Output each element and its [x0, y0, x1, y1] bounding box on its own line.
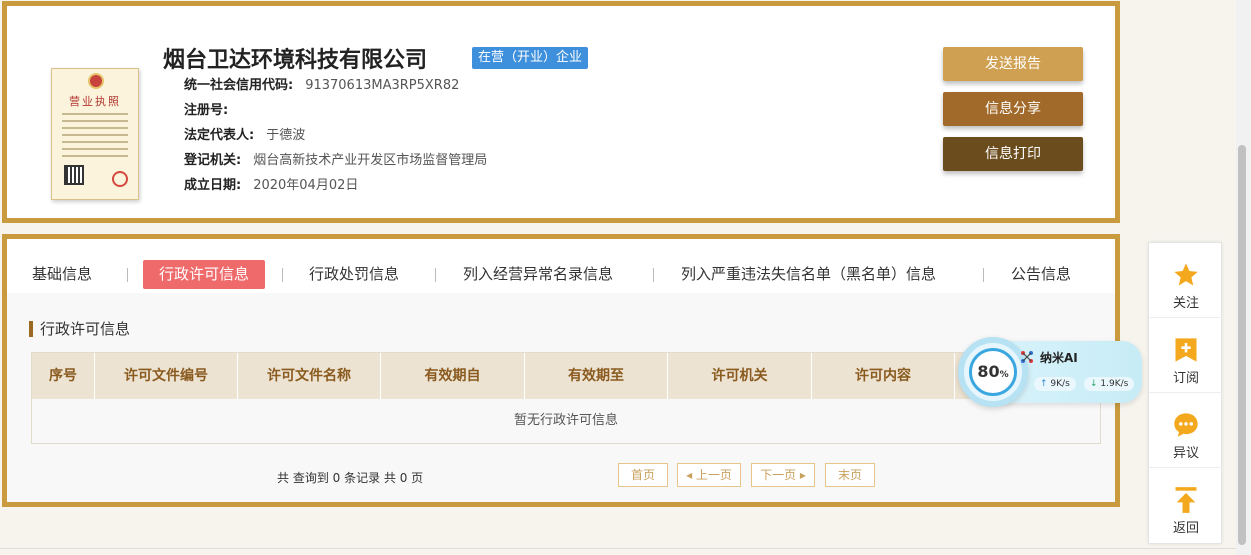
- print-info-button[interactable]: 信息打印: [943, 137, 1083, 171]
- column-header: 许可机关: [668, 353, 812, 399]
- send-report-button[interactable]: 发送报告: [943, 47, 1083, 81]
- company-name: 烟台卫达环境科技有限公司: [163, 48, 428, 73]
- ai-progress-ring: 80%: [958, 337, 1028, 407]
- caret-right-icon: ▸: [796, 468, 806, 482]
- info-value: 于德波: [266, 128, 306, 143]
- info-label: 注册号:: [184, 103, 229, 118]
- ai-percent-unit: %: [999, 370, 1009, 380]
- follow-label: 关注: [1172, 296, 1199, 311]
- national-emblem-icon: [88, 73, 104, 89]
- table-header: 序号 许可文件编号 许可文件名称 有效期自 有效期至 许可机关 许可内容 状态: [32, 353, 1100, 399]
- subscribe-label: 订阅: [1172, 371, 1199, 386]
- empty-state-row: 暂无行政许可信息: [32, 399, 1100, 443]
- tab-basic-info[interactable]: 基础信息: [32, 260, 92, 289]
- upload-speed-value: 9K/s: [1050, 379, 1070, 389]
- license-table: 序号 许可文件编号 许可文件名称 有效期自 有效期至 许可机关 许可内容 状态 …: [31, 352, 1101, 444]
- status-badge: 在营（开业）企业: [472, 47, 589, 69]
- info-value: 91370613MA3RP5XR82: [305, 78, 460, 93]
- info-label: 法定代表人:: [184, 128, 255, 143]
- arrow-down-icon: ↓: [1090, 379, 1098, 389]
- arrow-up-icon: ↑: [1040, 379, 1048, 389]
- next-page-label: 下一页: [760, 468, 797, 482]
- objection-button[interactable]: 异议: [1149, 393, 1223, 468]
- tab-admin-penalty[interactable]: 行政处罚信息: [309, 260, 399, 289]
- scrollbar-thumb[interactable]: [1238, 145, 1246, 545]
- qr-code-icon: [64, 165, 84, 185]
- first-page-button[interactable]: 首页: [618, 463, 668, 487]
- info-row-credit-code: 统一社会信用代码: 91370613MA3RP5XR82: [184, 74, 459, 93]
- objection-label: 异议: [1172, 446, 1199, 461]
- tab-bar: 基础信息 行政许可信息 行政处罚信息 列入经营异常名录信息 列入严重违法失信名单…: [2, 234, 1120, 298]
- tab-divider: [653, 268, 654, 282]
- tab-divider: [435, 268, 436, 282]
- arrow-up-top-icon: [1175, 487, 1197, 513]
- tab-blacklist[interactable]: 列入严重违法失信名单（黑名单）信息: [681, 260, 936, 289]
- info-label: 成立日期:: [184, 178, 242, 193]
- column-header: 有效期自: [381, 353, 525, 399]
- info-label: 登记机关:: [184, 153, 242, 168]
- upload-speed: ↑ 9K/s: [1034, 377, 1076, 391]
- ai-percent: 80: [977, 362, 1000, 381]
- tab-admin-license[interactable]: 行政许可信息: [143, 260, 266, 289]
- section-title: 行政许可信息: [29, 321, 130, 337]
- tab-divider: [282, 268, 283, 282]
- ai-logo-icon: [1021, 351, 1033, 363]
- share-info-button[interactable]: 信息分享: [943, 92, 1083, 126]
- company-card: 营业执照 烟台卫达环境科技有限公司 在营（开业）企业 统一社会信用代码: 9137…: [2, 1, 1120, 223]
- prev-page-label: 上一页: [695, 468, 732, 482]
- info-row-registration-number: 注册号:: [184, 99, 240, 118]
- seal-icon: [112, 171, 128, 187]
- license-title: 营业执照: [69, 95, 121, 108]
- ai-assistant-widget[interactable]: 80% 纳米AI ↑ 9K/s ↓ 1.9K/s: [958, 337, 1142, 407]
- ai-name: 纳米AI: [1040, 351, 1078, 365]
- pagination-summary: 共 查询到 0 条记录 共 0 页: [277, 471, 424, 485]
- star-icon: [1174, 263, 1198, 286]
- info-label: 统一社会信用代码:: [184, 78, 294, 93]
- last-page-button[interactable]: 末页: [825, 463, 875, 487]
- subscribe-button[interactable]: 订阅: [1149, 318, 1223, 393]
- info-row-legal-representative: 法定代表人: 于德波: [184, 124, 305, 143]
- column-header: 许可文件名称: [238, 353, 381, 399]
- info-row-registration-authority: 登记机关: 烟台高新技术产业开发区市场监督管理局: [184, 149, 487, 168]
- column-header: 序号: [32, 353, 95, 399]
- admin-license-panel: 行政许可信息 序号 许可文件编号 许可文件名称 有效期自 有效期至 许可机关 许…: [2, 293, 1120, 507]
- back-to-top-button[interactable]: 返回: [1149, 468, 1223, 543]
- caret-left-icon: ◂: [686, 468, 696, 482]
- chat-bubble-icon: [1174, 413, 1198, 437]
- column-header: 许可文件编号: [95, 353, 238, 399]
- tab-divider: [127, 268, 128, 282]
- bookmark-plus-icon: [1175, 338, 1197, 362]
- license-text-lines: [62, 113, 128, 162]
- ai-percent-display: 80%: [969, 348, 1017, 396]
- prev-page-button[interactable]: ◂ 上一页: [677, 463, 741, 487]
- next-page-button[interactable]: 下一页 ▸: [751, 463, 815, 487]
- tab-divider: [983, 268, 984, 282]
- column-header: 有效期至: [525, 353, 668, 399]
- download-speed-value: 1.9K/s: [1100, 379, 1129, 389]
- business-license-image[interactable]: 营业执照: [51, 68, 139, 200]
- tab-abnormal-operation[interactable]: 列入经营异常名录信息: [463, 260, 613, 289]
- info-value: 烟台高新技术产业开发区市场监督管理局: [253, 153, 488, 168]
- back-label: 返回: [1172, 521, 1199, 536]
- download-speed: ↓ 1.9K/s: [1084, 377, 1135, 391]
- tab-announcements[interactable]: 公告信息: [1011, 260, 1071, 289]
- divider: [0, 548, 1236, 549]
- floating-sidebar: 关注 订阅 异议 返回: [1148, 242, 1223, 544]
- info-value: 2020年04月02日: [253, 178, 359, 193]
- follow-button[interactable]: 关注: [1149, 243, 1223, 318]
- column-header: 许可内容: [812, 353, 955, 399]
- info-row-established-date: 成立日期: 2020年04月02日: [184, 174, 358, 193]
